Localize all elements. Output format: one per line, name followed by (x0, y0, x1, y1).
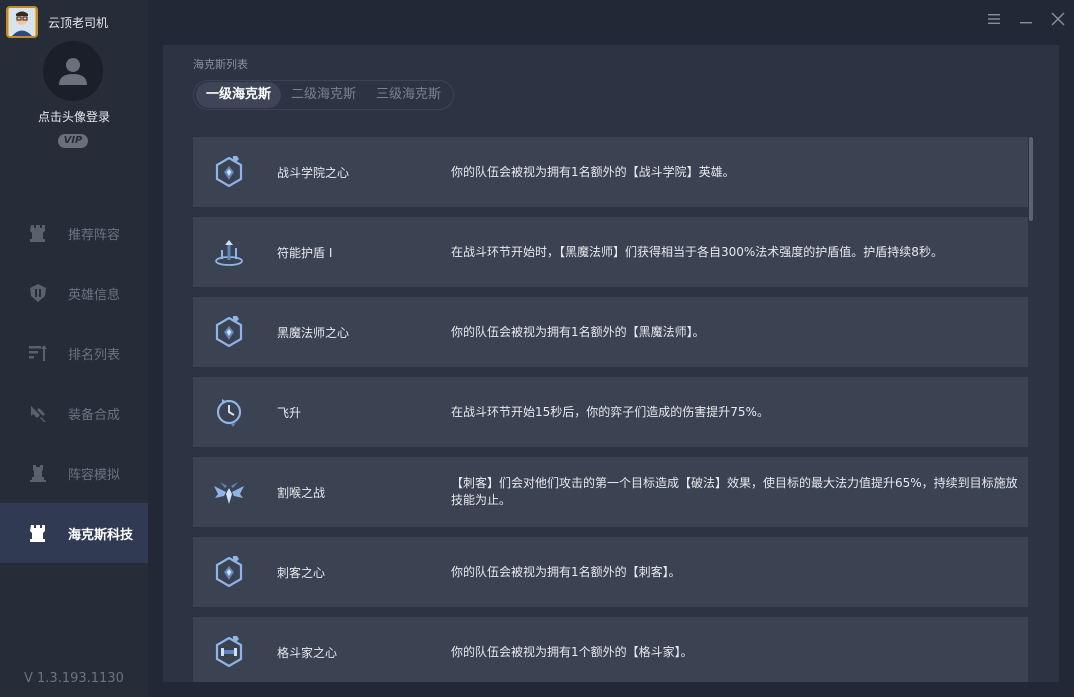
tab-tier-2[interactable]: 二级海克斯 (281, 82, 366, 108)
list-item[interactable]: 战斗学院之心 你的队伍会被视为拥有1名额外的【战斗学院】英雄。 (193, 137, 1028, 207)
menu-icon (988, 14, 1000, 24)
hextech-description: 你的队伍会被视为拥有1名额外的【黑魔法师】。 (451, 324, 705, 339)
hextech-name: 符能护盾 I (277, 245, 333, 260)
sidebar-item-label: 装备合成 (68, 407, 121, 423)
hextech-description: 在战斗环节开始15秒后，你的弈子们造成的伤害提升75%。 (451, 404, 769, 419)
sidebar-item-comp-simulator[interactable]: 阵容模拟 (0, 443, 148, 503)
app-logo (6, 6, 38, 38)
hextech-description: 你的队伍会被视为拥有1名额外的【刺客】。 (451, 564, 681, 579)
sidebar-item-rankings[interactable]: 排名列表 (0, 323, 148, 383)
heart-crest-icon (211, 154, 247, 190)
tab-tier-1[interactable]: 一级海克斯 (196, 82, 282, 108)
list-item[interactable]: 割喉之战 【刺客】们会对他们攻击的第一个目标造成【破法】效果，使目标的最大法力值… (193, 457, 1028, 527)
list-item[interactable]: 飞升 在战斗环节开始15秒后，你的弈子们造成的伤害提升75%。 (193, 377, 1028, 447)
hextech-description: 你的队伍会被视为拥有1名额外的【战斗学院】英雄。 (451, 164, 735, 179)
section-title: 海克斯列表 (193, 58, 248, 71)
close-icon (1051, 12, 1065, 26)
heart-crest-icon (211, 314, 247, 350)
hextech-name: 黑魔法师之心 (277, 325, 350, 340)
list-item[interactable]: 刺客之心 你的队伍会被视为拥有1名额外的【刺客】。 (193, 537, 1028, 607)
hextech-description: 【刺客】们会对他们攻击的第一个目标造成【破法】效果，使目标的最大法力值提升65%… (451, 476, 1018, 507)
user-icon (59, 58, 87, 85)
board-icon (28, 463, 48, 483)
app-window: 云顶老司机 点击头像登录 VIP 推荐阵容 英雄信息 排名列表 装备合成 阵容模… (0, 0, 1074, 697)
wings-icon (211, 474, 247, 510)
vip-badge: VIP (58, 134, 88, 148)
list-item[interactable]: 符能护盾 I 在战斗环节开始时，【黑魔法师】们获得相当于各自300%法术强度的护… (193, 217, 1028, 287)
sidebar-item-label: 阵容模拟 (68, 467, 121, 483)
window-controls (978, 0, 1074, 38)
sidebar-nav: 推荐阵容 英雄信息 排名列表 装备合成 阵容模拟 海克斯科技 (0, 203, 148, 563)
hextech-list: 战斗学院之心 你的队伍会被视为拥有1名额外的【战斗学院】英雄。 符能护盾 I 在… (193, 137, 1028, 682)
list-scrollbar[interactable] (1029, 137, 1033, 221)
hextech-name: 格斗家之心 (277, 645, 338, 660)
heart-crest-icon (211, 554, 247, 590)
version-label: V 1.3.193.1130 (24, 671, 124, 686)
tab-tier-3[interactable]: 三级海克斯 (366, 82, 451, 108)
shield-rune-icon (211, 234, 247, 270)
sidebar-item-label: 英雄信息 (68, 287, 121, 303)
hextech-name: 战斗学院之心 (277, 165, 350, 180)
helmet-icon (28, 283, 48, 303)
menu-button[interactable] (978, 0, 1010, 38)
rook-icon (28, 523, 48, 543)
avatar[interactable] (43, 41, 103, 101)
list-item[interactable]: 格斗家之心 你的队伍会被视为拥有1个额外的【格斗家】。 (193, 617, 1028, 682)
login-prompt[interactable]: 点击头像登录 (0, 108, 148, 125)
minimize-button[interactable] (1010, 0, 1042, 38)
sidebar-item-label: 推荐阵容 (68, 227, 121, 243)
sidebar-item-label: 排名列表 (68, 347, 121, 363)
hextech-name: 刺客之心 (277, 565, 326, 580)
list-item[interactable]: 黑魔法师之心 你的队伍会被视为拥有1名额外的【黑魔法师】。 (193, 297, 1028, 367)
item-craft-icon (28, 403, 48, 423)
sidebar-item-recommended-comps[interactable]: 推荐阵容 (0, 203, 148, 263)
sidebar: 云顶老司机 点击头像登录 VIP 推荐阵容 英雄信息 排名列表 装备合成 阵容模… (0, 0, 148, 697)
main-panel: 海克斯列表 一级海克斯 二级海克斯 三级海克斯 战斗学院之心 你的队伍会被视为拥… (163, 45, 1059, 682)
sidebar-item-hero-info[interactable]: 英雄信息 (0, 263, 148, 323)
app-header: 云顶老司机 (6, 6, 108, 38)
ranking-icon (28, 343, 48, 363)
rook-icon (28, 223, 48, 243)
sidebar-item-label: 海克斯科技 (68, 527, 134, 543)
close-button[interactable] (1042, 0, 1074, 38)
minimize-icon (1020, 22, 1032, 24)
hextech-description: 在战斗环节开始时，【黑魔法师】们获得相当于各自300%法术强度的护盾值。护盾持续… (451, 244, 943, 259)
hextech-name: 飞升 (277, 405, 302, 420)
tier-tabs: 一级海克斯 二级海克斯 三级海克斯 (193, 80, 455, 110)
ascension-clock-icon (211, 394, 247, 430)
hextech-name: 割喉之战 (277, 485, 326, 500)
sidebar-item-item-crafting[interactable]: 装备合成 (0, 383, 148, 443)
hextech-description: 你的队伍会被视为拥有1个额外的【格斗家】。 (451, 644, 693, 659)
heart-crest-icon (211, 634, 247, 670)
app-title: 云顶老司机 (48, 15, 109, 30)
sidebar-item-hextech[interactable]: 海克斯科技 (0, 503, 148, 563)
